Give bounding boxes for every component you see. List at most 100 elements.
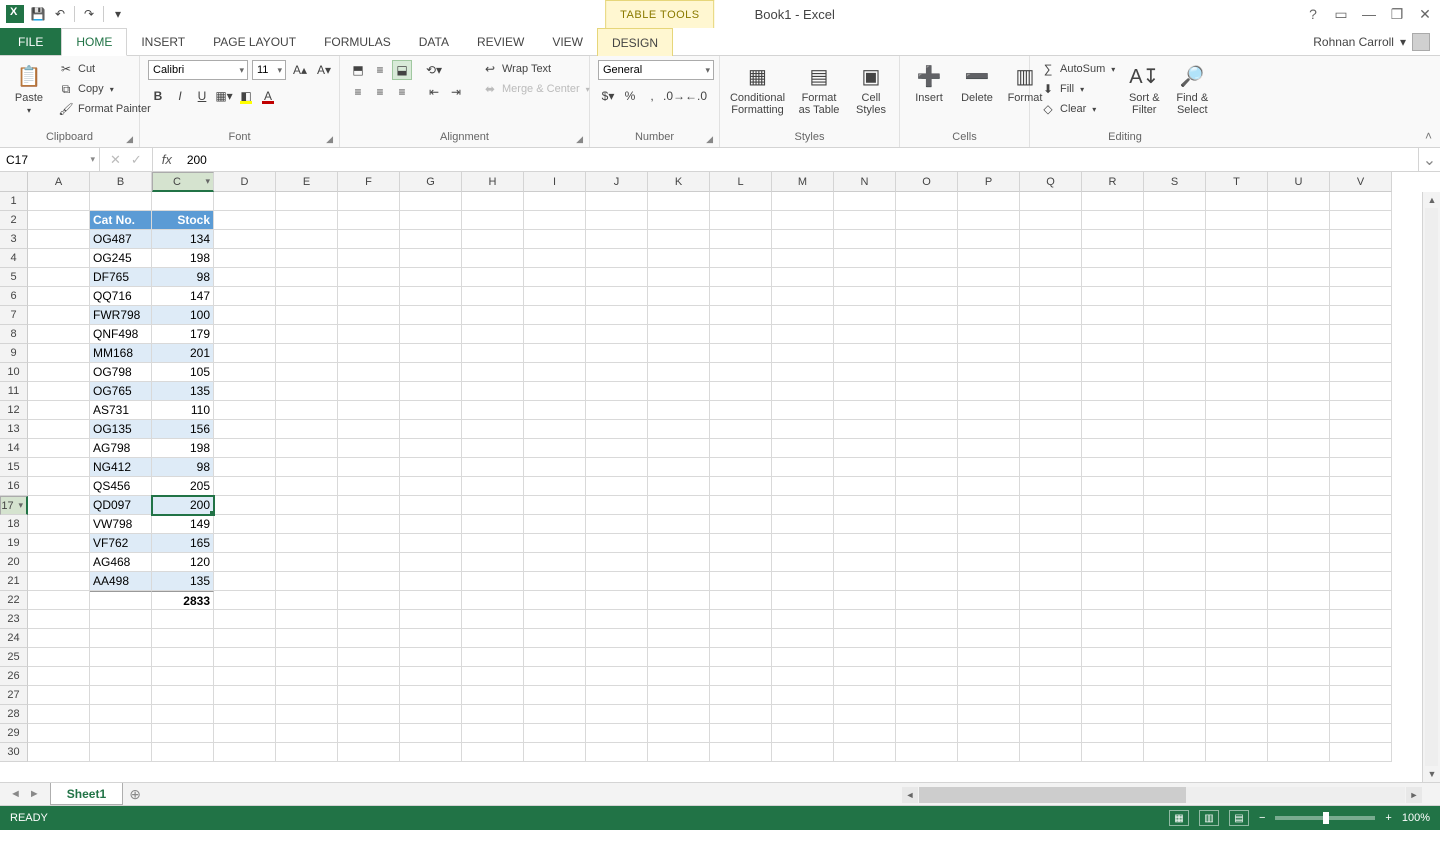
row-header[interactable]: 30 [0,743,28,762]
cell[interactable] [1020,629,1082,648]
align-center-button[interactable]: ≡ [370,82,390,102]
cell[interactable] [214,401,276,420]
cell[interactable] [28,515,90,534]
row-header[interactable]: 17 [0,496,28,515]
cell[interactable] [772,629,834,648]
cell[interactable] [1144,382,1206,401]
sheet-tab-sheet1[interactable]: Sheet1 [50,783,123,805]
row-header[interactable]: 25 [0,648,28,667]
row-header[interactable]: 29 [0,724,28,743]
cell[interactable] [710,287,772,306]
cell[interactable]: OG487 [90,230,152,249]
cell[interactable] [586,344,648,363]
cell[interactable] [648,496,710,515]
cell[interactable] [1206,705,1268,724]
cell[interactable] [338,743,400,762]
cell[interactable] [338,192,400,211]
tab-data[interactable]: DATA [405,28,463,55]
cell[interactable] [834,382,896,401]
cell[interactable] [462,572,524,591]
cell[interactable] [462,344,524,363]
fill-color-button[interactable]: ◧ [236,86,256,106]
cell[interactable] [276,458,338,477]
cell[interactable] [462,743,524,762]
cell[interactable] [1268,629,1330,648]
cell[interactable] [214,192,276,211]
cell[interactable] [524,667,586,686]
row-header[interactable]: 18 [0,515,28,534]
cell[interactable] [958,306,1020,325]
number-format-select[interactable]: General [598,60,714,80]
comma-button[interactable]: , [642,86,662,106]
cell[interactable] [524,477,586,496]
cell[interactable] [896,249,958,268]
row-header[interactable]: 14 [0,439,28,458]
cell[interactable]: AA498 [90,572,152,591]
cell[interactable] [834,667,896,686]
cell[interactable] [214,382,276,401]
redo-icon[interactable]: ↷ [81,6,97,22]
cell[interactable] [1020,667,1082,686]
cell[interactable] [1082,382,1144,401]
cell[interactable] [400,211,462,230]
cell[interactable] [586,458,648,477]
cell[interactable] [338,591,400,610]
cell[interactable]: DF765 [90,268,152,287]
cell[interactable] [524,306,586,325]
cell[interactable] [400,306,462,325]
cell[interactable]: 135 [152,382,214,401]
cell[interactable]: AS731 [90,401,152,420]
cell[interactable] [1020,420,1082,439]
cell[interactable] [1144,686,1206,705]
cell[interactable] [710,629,772,648]
cell[interactable] [958,591,1020,610]
row-header[interactable]: 16 [0,477,28,496]
cell[interactable] [586,534,648,553]
cell[interactable] [1082,477,1144,496]
cell[interactable] [1206,648,1268,667]
cell[interactable] [958,325,1020,344]
cell[interactable] [276,230,338,249]
cell[interactable] [276,325,338,344]
cell[interactable] [1144,192,1206,211]
cell[interactable] [1020,325,1082,344]
cell[interactable] [648,211,710,230]
cell[interactable] [896,686,958,705]
cell[interactable] [1020,382,1082,401]
cell[interactable] [710,496,772,515]
cell[interactable] [400,287,462,306]
row-header[interactable]: 12 [0,401,28,420]
cell[interactable] [586,306,648,325]
cell[interactable] [338,230,400,249]
cell[interactable]: 134 [152,230,214,249]
row-header[interactable]: 15 [0,458,28,477]
cell[interactable] [400,534,462,553]
cell[interactable] [276,705,338,724]
cell[interactable] [1020,363,1082,382]
cell[interactable] [1020,249,1082,268]
cell[interactable] [90,192,152,211]
cell[interactable] [276,496,338,515]
cell[interactable] [1268,325,1330,344]
cell[interactable] [524,363,586,382]
cell[interactable] [214,268,276,287]
cell[interactable] [834,249,896,268]
cell[interactable] [1144,496,1206,515]
cell[interactable] [462,192,524,211]
cell[interactable] [1020,192,1082,211]
cell[interactable]: MM168 [90,344,152,363]
cell[interactable] [214,724,276,743]
column-header[interactable]: F [338,172,400,192]
row-header[interactable]: 19 [0,534,28,553]
cell[interactable] [896,287,958,306]
cell[interactable] [338,572,400,591]
cell[interactable] [958,515,1020,534]
cell[interactable] [28,306,90,325]
cell[interactable] [1330,534,1392,553]
scroll-track[interactable] [1425,208,1438,766]
zoom-out-button[interactable]: − [1259,812,1265,824]
cell[interactable] [338,344,400,363]
cell[interactable] [28,287,90,306]
cell[interactable] [28,268,90,287]
cell[interactable] [896,572,958,591]
